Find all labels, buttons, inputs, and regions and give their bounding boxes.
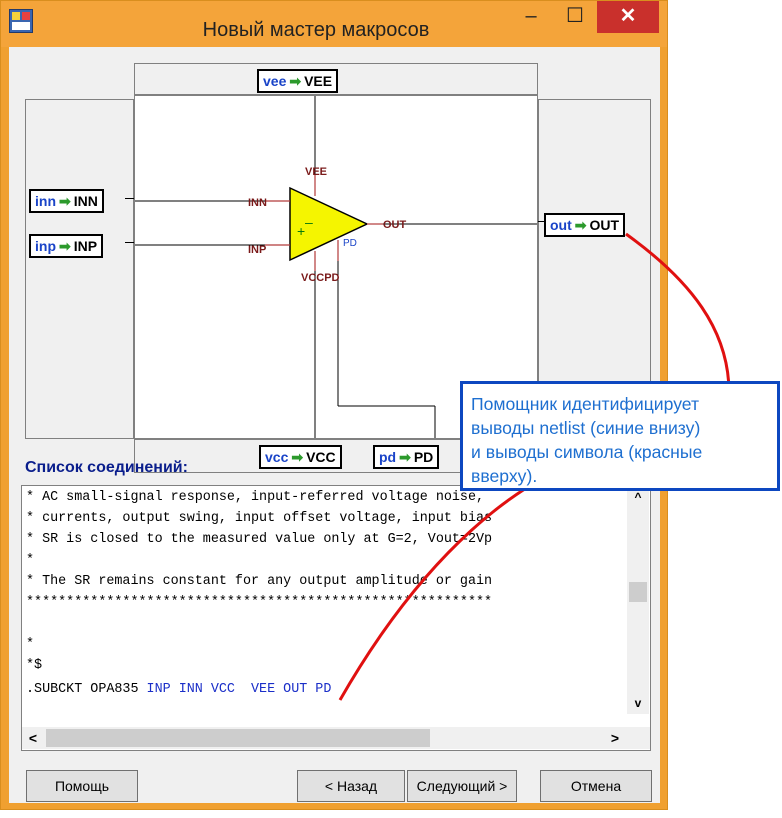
arrow-icon: ➡ bbox=[399, 449, 411, 465]
next-button[interactable]: Следующий > bbox=[407, 770, 517, 802]
close-button[interactable]: ✕ bbox=[597, 1, 659, 33]
scroll-left-button[interactable]: < bbox=[22, 727, 44, 749]
pin-mapping-vcc[interactable]: vcc ➡ VCC bbox=[259, 445, 342, 469]
net-name: inn bbox=[35, 193, 56, 209]
arrow-icon: ➡ bbox=[574, 217, 587, 233]
symbol-label-pd: PD bbox=[343, 238, 357, 249]
pin-mapping-out[interactable]: out ➡ OUT bbox=[544, 213, 626, 237]
app-icon bbox=[9, 9, 33, 33]
callout-line: выводы netlist (синие внизу) bbox=[471, 418, 701, 438]
callout-line: и выводы символа (красные bbox=[471, 442, 703, 462]
symbol-label-vee: VEE bbox=[305, 166, 328, 178]
back-button[interactable]: < Назад bbox=[297, 770, 405, 802]
pin-name: INP bbox=[73, 238, 98, 254]
title-bar[interactable]: Новый мастер макросов – ☐ ✕ bbox=[1, 1, 667, 47]
arrow-icon: ➡ bbox=[289, 73, 302, 89]
symbol-minus-sign: – bbox=[305, 214, 313, 230]
wire-inp-stub bbox=[125, 242, 134, 243]
net-name: out bbox=[550, 217, 572, 233]
net-name: vcc bbox=[265, 449, 289, 465]
cancel-button[interactable]: Отмена bbox=[540, 770, 652, 802]
netlist-line: * bbox=[26, 637, 35, 652]
pin-mapping-inn[interactable]: inn ➡ INN bbox=[29, 189, 104, 213]
vertical-scroll-thumb[interactable] bbox=[629, 582, 647, 602]
subckt-prefix: .SUBCKT OPA835 bbox=[26, 682, 147, 697]
net-name: vee bbox=[263, 73, 287, 89]
symbol-label-vccpd: VCCPD bbox=[301, 272, 340, 284]
pin-mapping-inp[interactable]: inp ➡ INP bbox=[29, 234, 104, 258]
netlist-line: * The SR remains constant for any output… bbox=[26, 574, 493, 589]
arrow-icon: ➡ bbox=[59, 238, 71, 254]
scroll-right-button[interactable]: > bbox=[604, 727, 626, 749]
pin-name: PD bbox=[413, 449, 434, 465]
callout-line: Помощник идентифицирует bbox=[471, 394, 700, 414]
net-name: pd bbox=[379, 449, 397, 465]
symbol-plus-sign: + bbox=[297, 223, 305, 239]
netlist-line: * bbox=[26, 553, 35, 568]
pin-mapping-vee[interactable]: vee ➡ VEE bbox=[257, 69, 339, 93]
netlist-line: * AC small-signal response, input-referr… bbox=[26, 490, 485, 505]
netlist-line: ****************************************… bbox=[26, 595, 493, 610]
netlist-textbox[interactable]: * AC small-signal response, input-referr… bbox=[21, 485, 651, 751]
pin-name: OUT bbox=[589, 217, 620, 233]
netlist-horizontal-scrollbar[interactable]: < > bbox=[22, 727, 650, 749]
net-name: inp bbox=[35, 238, 56, 254]
callout-line: вверху). bbox=[471, 466, 538, 486]
netlist-title: Список соединений: bbox=[25, 459, 188, 476]
left-pin-panel bbox=[25, 99, 134, 439]
horizontal-scroll-thumb[interactable] bbox=[46, 729, 430, 747]
minimize-button[interactable]: – bbox=[509, 1, 553, 33]
symbol-label-inn: INN bbox=[248, 197, 267, 209]
window-title: Новый мастер макросов bbox=[202, 19, 430, 41]
arrow-icon: ➡ bbox=[59, 193, 71, 209]
annotation-callout: Помощник идентифицирует выводы netlist (… bbox=[460, 381, 780, 491]
netlist-line: * SR is closed to the measured value onl… bbox=[26, 532, 493, 547]
pin-name: VEE bbox=[304, 73, 333, 89]
netlist-subckt-line: .SUBCKT OPA835 INP INN VCC VEE OUT PD bbox=[26, 682, 331, 697]
pin-name: VCC bbox=[306, 449, 336, 465]
symbol-label-inp: INP bbox=[248, 244, 267, 256]
symbol-label-out: OUT bbox=[383, 219, 407, 231]
netlist-line: *$ bbox=[26, 658, 43, 673]
wire-inn-stub bbox=[125, 198, 134, 199]
pin-mapping-pd[interactable]: pd ➡ PD bbox=[373, 445, 440, 469]
subckt-pins: INP INN VCC VEE OUT PD bbox=[146, 682, 332, 697]
netlist-line: * currents, output swing, input offset v… bbox=[26, 511, 493, 526]
help-button[interactable]: Помощь bbox=[26, 770, 138, 802]
maximize-button[interactable]: ☐ bbox=[553, 1, 597, 33]
arrow-icon: ➡ bbox=[291, 449, 304, 465]
pin-name: INN bbox=[73, 193, 98, 209]
scroll-down-button[interactable]: v bbox=[627, 692, 649, 714]
netlist-vertical-scrollbar[interactable]: ^ v bbox=[627, 486, 649, 714]
